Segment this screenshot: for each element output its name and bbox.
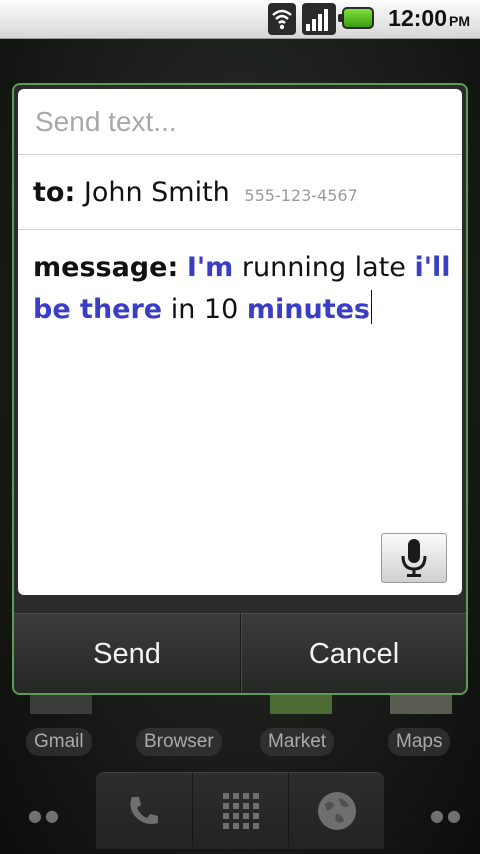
message-text: in 10 (170, 294, 239, 325)
send-text-title: Send text... (18, 89, 462, 155)
send-button[interactable]: Send (14, 614, 240, 693)
text-cursor (370, 290, 372, 324)
cancel-button[interactable]: Cancel (242, 614, 466, 693)
status-bar: 12:00 PM (0, 0, 480, 39)
app-label-gmail[interactable]: Gmail (26, 728, 92, 756)
message-keyword: minutes (246, 294, 370, 325)
send-text-dialog: Send text... to: John Smith 555-123-4567… (12, 83, 468, 695)
page-indicator-right[interactable]: ●● (430, 806, 464, 825)
to-label: to: (33, 177, 76, 208)
app-label-maps[interactable]: Maps (388, 728, 451, 756)
message-field[interactable]: message: I'm running late i'll be there … (33, 247, 453, 331)
clock-time: 12:00 (388, 5, 447, 31)
wifi-icon (268, 3, 296, 35)
page-indicator-left[interactable]: ●● (28, 806, 62, 825)
microphone-icon (401, 539, 427, 577)
signal-icon (302, 3, 336, 35)
recipient-row[interactable]: to: John Smith 555-123-4567 (18, 155, 462, 230)
globe-icon[interactable] (288, 773, 385, 849)
app-grid-icon[interactable] (192, 773, 289, 849)
clock-ampm: PM (449, 13, 470, 29)
voice-input-button[interactable] (381, 533, 447, 583)
dialog-content: Send text... to: John Smith 555-123-4567… (18, 89, 462, 595)
dock (96, 772, 384, 849)
recipient-number: 555-123-4567 (244, 186, 358, 205)
recipient-name[interactable]: John Smith (84, 177, 230, 208)
battery-icon (338, 7, 374, 29)
message-label: message: (33, 252, 179, 283)
message-keyword: I'm (186, 252, 234, 283)
phone-icon[interactable] (96, 773, 192, 849)
message-text: running late (241, 252, 406, 283)
dialog-button-bar: Send Cancel (14, 613, 466, 693)
app-label-market[interactable]: Market (260, 728, 335, 756)
clock: 12:00 PM (388, 5, 470, 32)
app-label-browser[interactable]: Browser (136, 728, 222, 756)
